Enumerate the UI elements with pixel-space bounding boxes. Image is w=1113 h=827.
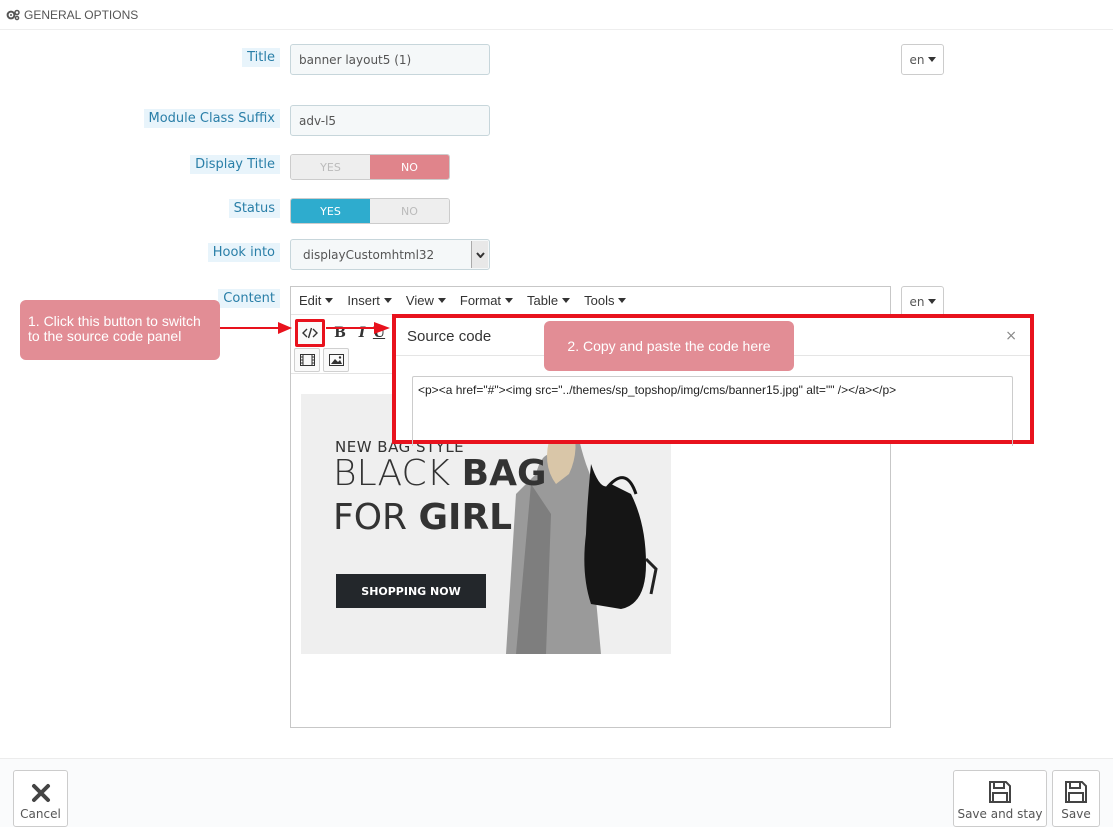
menu-tools-label: Tools [584,293,615,308]
select-arrow-icon[interactable] [471,241,488,268]
banner-headline-1-light: BLACK [333,453,462,494]
banner-headline-2: FOR GIRL [333,498,512,538]
banner-cta-button: SHOPPING NOW [336,574,486,608]
status-switch[interactable]: YES NO [290,198,450,224]
save-button[interactable]: Save [1052,770,1100,827]
menu-edit-label: Edit [299,293,322,308]
title-language-value: en [909,52,925,67]
title-language-dropdown[interactable]: en [901,44,944,75]
banner-headline-2-light: FOR [333,497,419,538]
menu-table-label: Table [527,293,559,308]
caret-down-icon [927,299,936,304]
code-icon [302,327,318,339]
content-language-value: en [909,294,925,309]
image-icon [328,354,344,366]
cancel-label: Cancel [20,807,61,821]
panel-footer: Cancel Save and stay Save [0,758,1113,827]
dialog-title: Source code [407,328,492,345]
save-and-stay-button[interactable]: Save and stay [953,770,1047,827]
source-code-button[interactable] [295,319,325,347]
save-and-stay-label: Save and stay [957,807,1043,821]
editor-menubar: Edit Insert View Format Table Tools [291,287,890,315]
menu-view[interactable]: View [406,293,446,308]
hook-label: Hook into [207,243,280,262]
close-icon [31,784,50,802]
banner-headline-1-bold: BAG [461,453,547,494]
display-title-switch[interactable]: YES NO [290,154,450,180]
save-label: Save [1061,807,1091,821]
hook-select[interactable]: displayCustomhtml32 [290,239,490,270]
caret-down-icon [562,298,571,303]
caret-down-icon [505,298,514,303]
status-label: Status [228,199,280,218]
caret-down-icon [437,298,446,303]
source-code-textarea[interactable]: <p><a href="#"><img src="../themes/sp_to… [412,376,1013,446]
save-icon [989,781,1011,803]
cancel-button[interactable]: Cancel [13,770,68,827]
title-input[interactable]: banner layout5 (1) [290,44,490,75]
insert-video-button[interactable] [294,348,320,372]
panel-heading: GENERAL OPTIONS [0,0,1113,30]
menu-insert[interactable]: Insert [347,293,392,308]
caret-down-icon [325,298,334,303]
gears-icon [6,9,20,20]
menu-insert-label: Insert [347,293,380,308]
close-icon[interactable]: × [1005,328,1017,344]
step1-callout: 1. Click this button to switch to the so… [20,300,220,360]
content-language-dropdown[interactable]: en [901,286,944,317]
hook-select-value: displayCustomhtml32 [303,247,435,262]
banner-headline-2-bold: GIRL [418,497,513,538]
caret-down-icon [383,298,392,303]
display-title-no[interactable]: NO [370,155,449,179]
display-title-yes[interactable]: YES [291,155,370,179]
suffix-label: Module Class Suffix [143,109,280,128]
film-icon [299,354,315,366]
panel-heading-text: GENERAL OPTIONS [24,7,139,22]
status-yes[interactable]: YES [291,199,370,223]
caret-down-icon [927,57,936,62]
save-icon [1065,781,1087,803]
suffix-input[interactable]: adv-l5 [290,105,490,136]
underline-button[interactable]: U [369,321,389,345]
content-label: Content [218,289,280,308]
menu-format-label: Format [459,293,502,308]
step2-callout: 2. Copy and paste the code here [544,321,794,371]
display-title-label: Display Title [190,155,280,174]
menu-format[interactable]: Format [459,293,514,308]
status-no[interactable]: NO [370,199,449,223]
caret-down-icon [618,298,627,303]
menu-table[interactable]: Table [527,293,571,308]
insert-image-button[interactable] [323,348,349,372]
menu-view-label: View [405,293,434,308]
menu-edit[interactable]: Edit [299,293,334,308]
menu-tools[interactable]: Tools [584,293,627,308]
banner-headline-1: BLACK BAG [333,454,547,494]
title-label: Title [242,48,280,67]
